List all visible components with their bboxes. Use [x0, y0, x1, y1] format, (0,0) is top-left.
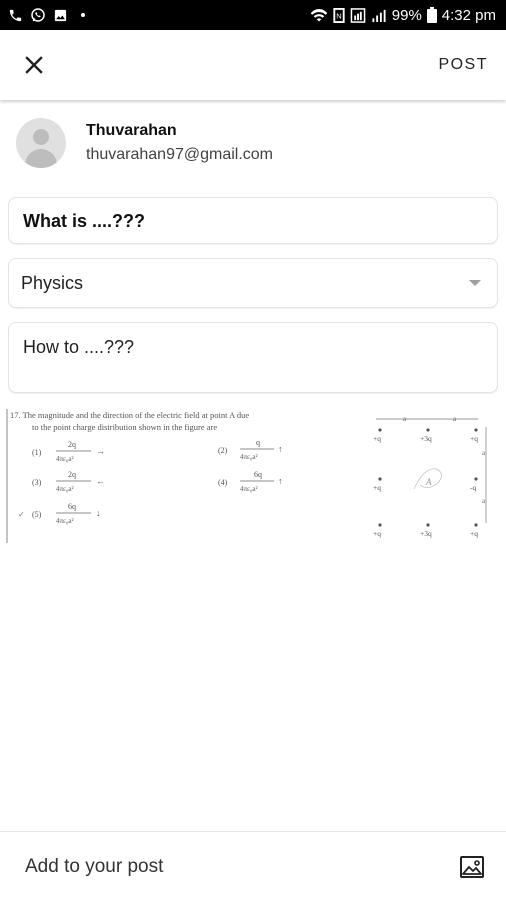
battery-icon — [426, 7, 437, 23]
dropdown-arrow-icon — [469, 280, 481, 286]
charge-label: +q — [373, 529, 381, 538]
data-icon — [350, 7, 366, 23]
close-icon — [25, 56, 43, 74]
charge-label: +q — [470, 434, 478, 443]
wifi-icon — [310, 8, 328, 21]
subject-selected: Physics — [21, 272, 84, 293]
clock: 4:32 pm — [441, 6, 496, 24]
add-to-post-label[interactable]: Add to your post — [25, 856, 163, 878]
option-numerator: 2q — [68, 470, 76, 479]
option-number: (2) — [218, 446, 228, 455]
charge-label: -q — [470, 483, 476, 492]
charge-label: +3q — [420, 529, 432, 538]
title-field[interactable] — [8, 197, 498, 244]
phone-icon — [9, 9, 22, 21]
option-number: (1) — [32, 448, 42, 457]
option-denominator: 4πε₀a² — [56, 455, 74, 463]
gallery-icon — [54, 9, 67, 21]
option-denominator: 4πε₀a² — [240, 485, 258, 493]
add-image-button[interactable] — [458, 853, 486, 881]
dot-icon — [81, 13, 85, 17]
user-name: Thuvarahan — [86, 122, 177, 139]
whatsapp-icon — [31, 8, 45, 22]
signal-icon — [372, 9, 386, 22]
option-denominator: 4πε₀a² — [56, 517, 74, 525]
option-numerator: 6q — [68, 502, 76, 511]
bottom-bar: Add to your post — [0, 831, 506, 901]
option-arrow: ← — [96, 476, 105, 486]
user-email: thuvarahan97@gmail.com — [86, 146, 274, 163]
option-arrow: → — [96, 446, 105, 456]
charge-label: +q — [373, 434, 381, 443]
app-bar: POST — [0, 30, 506, 100]
option-numerator: 6q — [254, 470, 262, 479]
option-denominator: 4πε₀a² — [56, 485, 74, 493]
option-arrow: ↑ — [278, 444, 283, 454]
option-denominator: 4πε₀a² — [240, 453, 258, 461]
status-left-icons — [0, 7, 85, 23]
description-field[interactable]: How to ....??? — [8, 322, 498, 393]
description-input[interactable]: How to ....??? — [21, 335, 485, 389]
question-line-1: 17. The magnitude and the direction of t… — [10, 410, 249, 420]
subject-dropdown[interactable]: Physics — [8, 258, 498, 308]
status-right-icons: N 99% 4:32 pm — [310, 7, 506, 24]
option-numerator: q — [256, 438, 260, 447]
close-button[interactable] — [14, 45, 54, 85]
option-number: (4) — [218, 478, 228, 487]
avatar — [16, 118, 66, 168]
point-a-label: A — [425, 477, 432, 487]
charge-label: +q — [470, 529, 478, 538]
title-input[interactable] — [21, 210, 485, 233]
option-arrow: ↑ — [278, 476, 283, 486]
option-arrow: ↓ — [96, 508, 101, 518]
status-bar: N 99% 4:32 pm — [0, 0, 506, 30]
option-numerator: 2q — [68, 440, 76, 449]
spacing-label: a — [482, 449, 486, 457]
user-info: Thuvarahan thuvarahan97@gmail.com — [16, 118, 273, 168]
question-scan: 17. The magnitude and the direction of t… — [6, 409, 487, 543]
option-number: (3) — [32, 478, 42, 487]
nfc-icon: N — [333, 7, 345, 23]
option-number: (5) — [32, 510, 42, 519]
spacing-label: a — [482, 497, 486, 505]
image-icon — [460, 855, 484, 878]
attached-image[interactable]: 17. The magnitude and the direction of t… — [6, 405, 500, 545]
battery-percent: 99% — [391, 6, 422, 24]
charge-label: +3q — [420, 434, 432, 443]
question-line-2: to the point charge distribution shown i… — [32, 422, 217, 432]
charge-label: +q — [373, 483, 381, 492]
svg-text:✓: ✓ — [18, 510, 25, 519]
svg-text:N: N — [336, 11, 341, 20]
post-button[interactable]: POST — [438, 56, 488, 74]
